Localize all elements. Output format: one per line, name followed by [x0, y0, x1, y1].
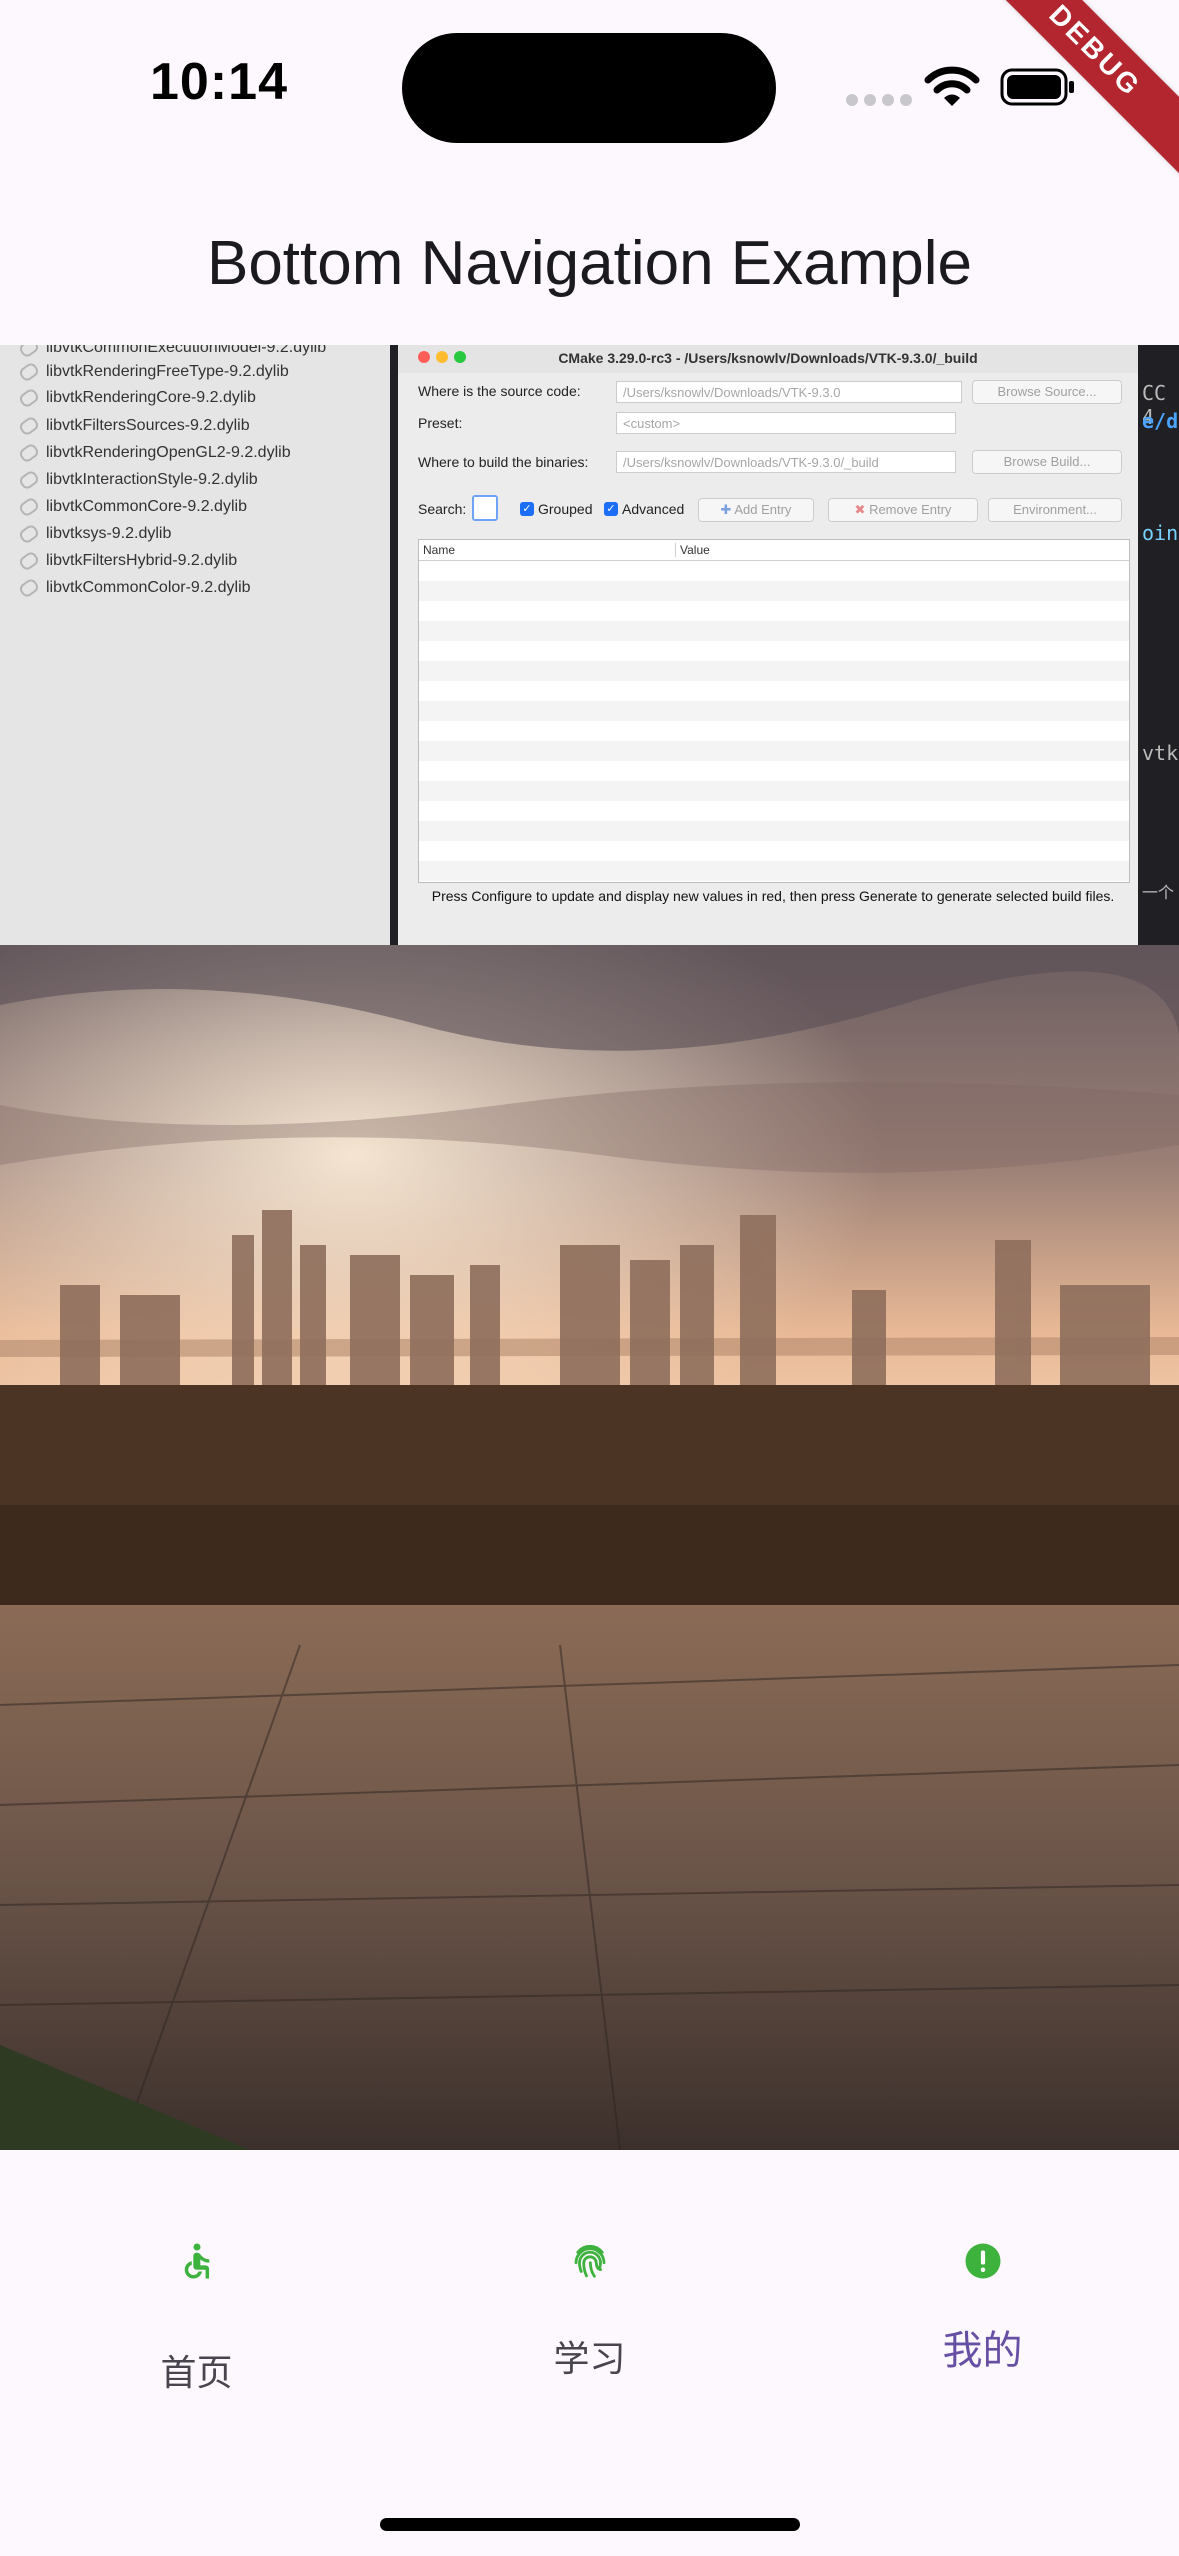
- nav-label-mine: 我的: [942, 2329, 1023, 2373]
- list-item: libvtksys-9.2.dylib: [17, 523, 172, 545]
- status-message: Press Configure to update and display ne…: [431, 888, 1115, 904]
- alias-icon: [17, 469, 41, 491]
- alias-icon: [17, 496, 41, 518]
- list-item: libvtkRenderingFreeType-9.2.dylib: [17, 361, 289, 383]
- alias-icon: [17, 577, 41, 599]
- zoom-icon: [454, 351, 466, 363]
- file-name: libvtksys-9.2.dylib: [46, 525, 172, 542]
- list-item: libvtkCommonCore-9.2.dylib: [17, 496, 247, 518]
- file-name: libvtkFiltersHybrid-9.2.dylib: [46, 552, 238, 569]
- home-indicator[interactable]: [380, 2518, 800, 2531]
- browse-build-button: Browse Build...: [972, 450, 1122, 474]
- accessible-icon: [184, 2243, 210, 2279]
- screenshot-image: libvtkCommonExecutionModel-9.2.dylib lib…: [0, 345, 1179, 945]
- column-value: Value: [675, 543, 710, 557]
- code-fragment: oin: [1142, 521, 1179, 545]
- nav-label-study: 学习: [553, 2338, 626, 2379]
- remove-icon: ✖: [854, 502, 870, 517]
- finder-file-list: libvtkCommonExecutionModel-9.2.dylib lib…: [0, 345, 390, 945]
- nav-item-mine[interactable]: 我的: [786, 2150, 1179, 2450]
- alias-icon: [17, 387, 41, 409]
- list-item: libvtkCommonExecutionModel-9.2.dylib: [17, 345, 327, 359]
- source-field: /Users/ksnowlv/Downloads/VTK-9.3.0: [616, 381, 962, 403]
- column-name: Name: [423, 543, 456, 557]
- close-icon: [418, 351, 430, 363]
- alias-icon: [17, 415, 41, 437]
- battery-icon: [1000, 68, 1074, 106]
- table-header: Name Value: [419, 540, 1129, 561]
- alias-icon: [17, 361, 41, 383]
- build-field: /Users/ksnowlv/Downloads/VTK-9.3.0/_buil…: [616, 451, 956, 473]
- file-name: libvtkCommonExecutionModel-9.2.dylib: [46, 345, 327, 356]
- page-title: Bottom Navigation Example: [206, 229, 973, 298]
- list-item: libvtkRenderingCore-9.2.dylib: [17, 387, 256, 409]
- code-fragment: 一个: [1142, 883, 1175, 902]
- list-item: libvtkFiltersHybrid-9.2.dylib: [17, 550, 238, 572]
- list-item: libvtkRenderingOpenGL2-9.2.dylib: [17, 442, 291, 464]
- add-entry-label: Add Entry: [734, 502, 792, 517]
- minimize-icon: [436, 351, 448, 363]
- nav-item-study[interactable]: 学习: [393, 2150, 786, 2450]
- cellular-signal-icon: [846, 94, 912, 106]
- code-fragment: vtk: [1142, 741, 1179, 765]
- file-name: libvtkRenderingFreeType-9.2.dylib: [46, 363, 289, 380]
- cmake-title: CMake 3.29.0-rc3 - /Users/ksnowlv/Downlo…: [398, 345, 1138, 373]
- grouped-label: Grouped: [538, 501, 593, 517]
- list-item: libvtkCommonColor-9.2.dylib: [17, 577, 251, 599]
- plus-icon: ✚: [720, 502, 735, 517]
- grouped-checkbox: ✓ Grouped: [520, 501, 592, 517]
- preset-label: Preset:: [418, 415, 463, 431]
- cmake-window: CMake 3.29.0-rc3 - /Users/ksnowlv/Downlo…: [398, 345, 1138, 945]
- file-name: libvtkRenderingOpenGL2-9.2.dylib: [46, 444, 291, 461]
- status-time: 10:14: [150, 53, 288, 111]
- search-input: [472, 495, 498, 521]
- remove-entry-label: Remove Entry: [869, 502, 952, 517]
- wifi-icon: [924, 66, 980, 106]
- nav-label-home: 首页: [160, 2352, 233, 2393]
- file-name: libvtkFiltersSources-9.2.dylib: [46, 417, 250, 434]
- add-entry-button: ✚ Add Entry: [698, 498, 814, 522]
- fingerprint-icon: [574, 2244, 606, 2278]
- nav-item-home[interactable]: 首页: [0, 2150, 393, 2450]
- alias-icon: [17, 345, 41, 359]
- city-photo: [0, 945, 1179, 2150]
- advanced-label: Advanced: [622, 501, 685, 517]
- error-alert-icon: [965, 2243, 1001, 2279]
- file-name: libvtkCommonCore-9.2.dylib: [46, 498, 247, 515]
- source-label: Where is the source code:: [418, 383, 581, 399]
- dynamic-island: [402, 33, 776, 143]
- alias-icon: [17, 442, 41, 464]
- file-name: libvtkInteractionStyle-9.2.dylib: [46, 471, 258, 488]
- remove-entry-button: ✖ Remove Entry: [828, 498, 978, 522]
- cache-table: Name Value: [418, 539, 1130, 883]
- environment-button: Environment...: [988, 498, 1122, 522]
- advanced-checkbox: ✓ Advanced: [604, 501, 684, 517]
- file-name: libvtkCommonColor-9.2.dylib: [46, 579, 251, 596]
- file-name: libvtkRenderingCore-9.2.dylib: [46, 389, 256, 406]
- search-label: Search:: [418, 501, 467, 517]
- list-item: libvtkFiltersSources-9.2.dylib: [17, 415, 250, 437]
- list-item: libvtkInteractionStyle-9.2.dylib: [17, 469, 258, 491]
- status-bar: 10:14 DEBUG: [0, 0, 1179, 180]
- app-bar: Bottom Navigation Example: [0, 180, 1179, 345]
- preset-select: <custom>: [616, 412, 956, 434]
- code-fragment: e/d: [1142, 409, 1179, 433]
- alias-icon: [17, 523, 41, 545]
- bottom-navigation-bar: 首页 学习 我的: [0, 2150, 1179, 2556]
- build-label: Where to build the binaries:: [418, 454, 589, 470]
- browse-source-button: Browse Source...: [972, 380, 1122, 404]
- alias-icon: [17, 550, 41, 572]
